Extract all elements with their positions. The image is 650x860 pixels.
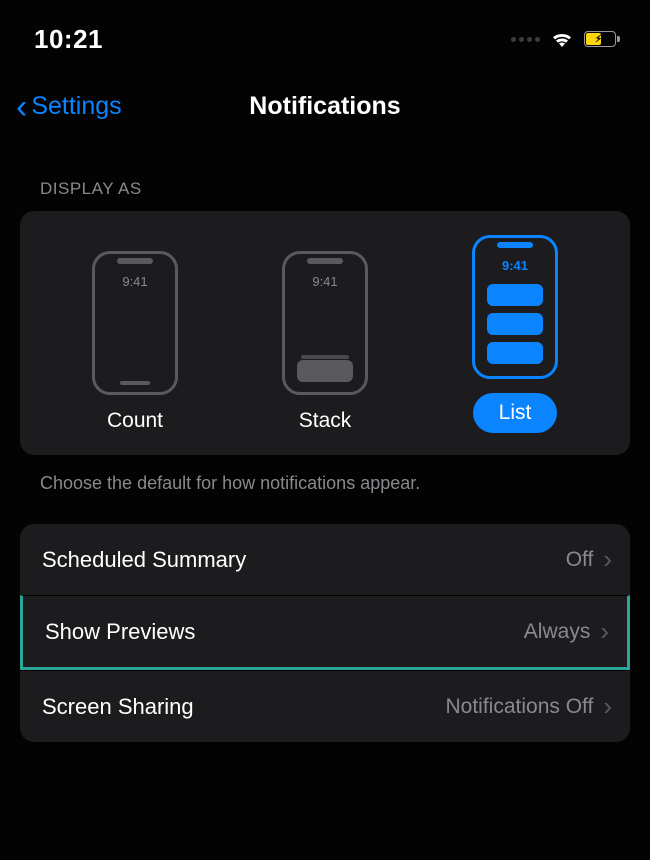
- notifications-settings-screen: 10:21 ⚡︎ ‹ Settings Notifications DISPLA…: [0, 0, 650, 860]
- display-option-stack[interactable]: 9:41 Stack: [255, 251, 395, 433]
- row-value: Off: [566, 548, 594, 572]
- phone-preview-stack: 9:41: [282, 251, 368, 395]
- display-option-list[interactable]: 9:41 List: [445, 235, 585, 433]
- row-scheduled-summary[interactable]: Scheduled Summary Off ›: [20, 524, 630, 595]
- settings-list: Scheduled Summary Off › Show Previews Al…: [20, 524, 630, 742]
- page-title: Notifications: [249, 92, 400, 121]
- back-button[interactable]: ‹ Settings: [16, 92, 122, 121]
- charging-bolt-icon: ⚡︎: [595, 34, 602, 45]
- row-label: Show Previews: [45, 619, 195, 645]
- chevron-right-icon: ›: [600, 616, 609, 647]
- chevron-right-icon: ›: [603, 691, 612, 722]
- chevron-right-icon: ›: [603, 544, 612, 575]
- row-value: Always: [524, 620, 591, 644]
- phone-preview-list: 9:41: [472, 235, 558, 379]
- row-label: Scheduled Summary: [42, 547, 246, 573]
- display-as-card: 9:41 Count 9:41 Stack 9:41: [20, 211, 630, 455]
- status-bar: 10:21 ⚡︎: [0, 0, 650, 64]
- option-label: Count: [107, 409, 163, 433]
- row-label: Screen Sharing: [42, 694, 194, 720]
- nav-bar: ‹ Settings Notifications: [0, 64, 650, 133]
- status-time: 10:21: [34, 24, 103, 55]
- option-label: Stack: [299, 409, 352, 433]
- battery-icon: ⚡︎: [584, 31, 616, 47]
- section-header-display-as: DISPLAY AS: [0, 133, 650, 211]
- helper-text: Choose the default for how notifications…: [0, 455, 650, 524]
- page-dots: [511, 37, 540, 42]
- back-label: Settings: [31, 92, 121, 121]
- display-option-count[interactable]: 9:41 Count: [65, 251, 205, 433]
- phone-preview-count: 9:41: [92, 251, 178, 395]
- row-screen-sharing[interactable]: Screen Sharing Notifications Off ›: [20, 670, 630, 742]
- status-indicators: ⚡︎: [511, 30, 616, 48]
- wifi-icon: [550, 30, 574, 48]
- row-value: Notifications Off: [445, 695, 593, 719]
- option-label-selected: List: [473, 393, 558, 433]
- row-show-previews[interactable]: Show Previews Always ›: [20, 595, 630, 670]
